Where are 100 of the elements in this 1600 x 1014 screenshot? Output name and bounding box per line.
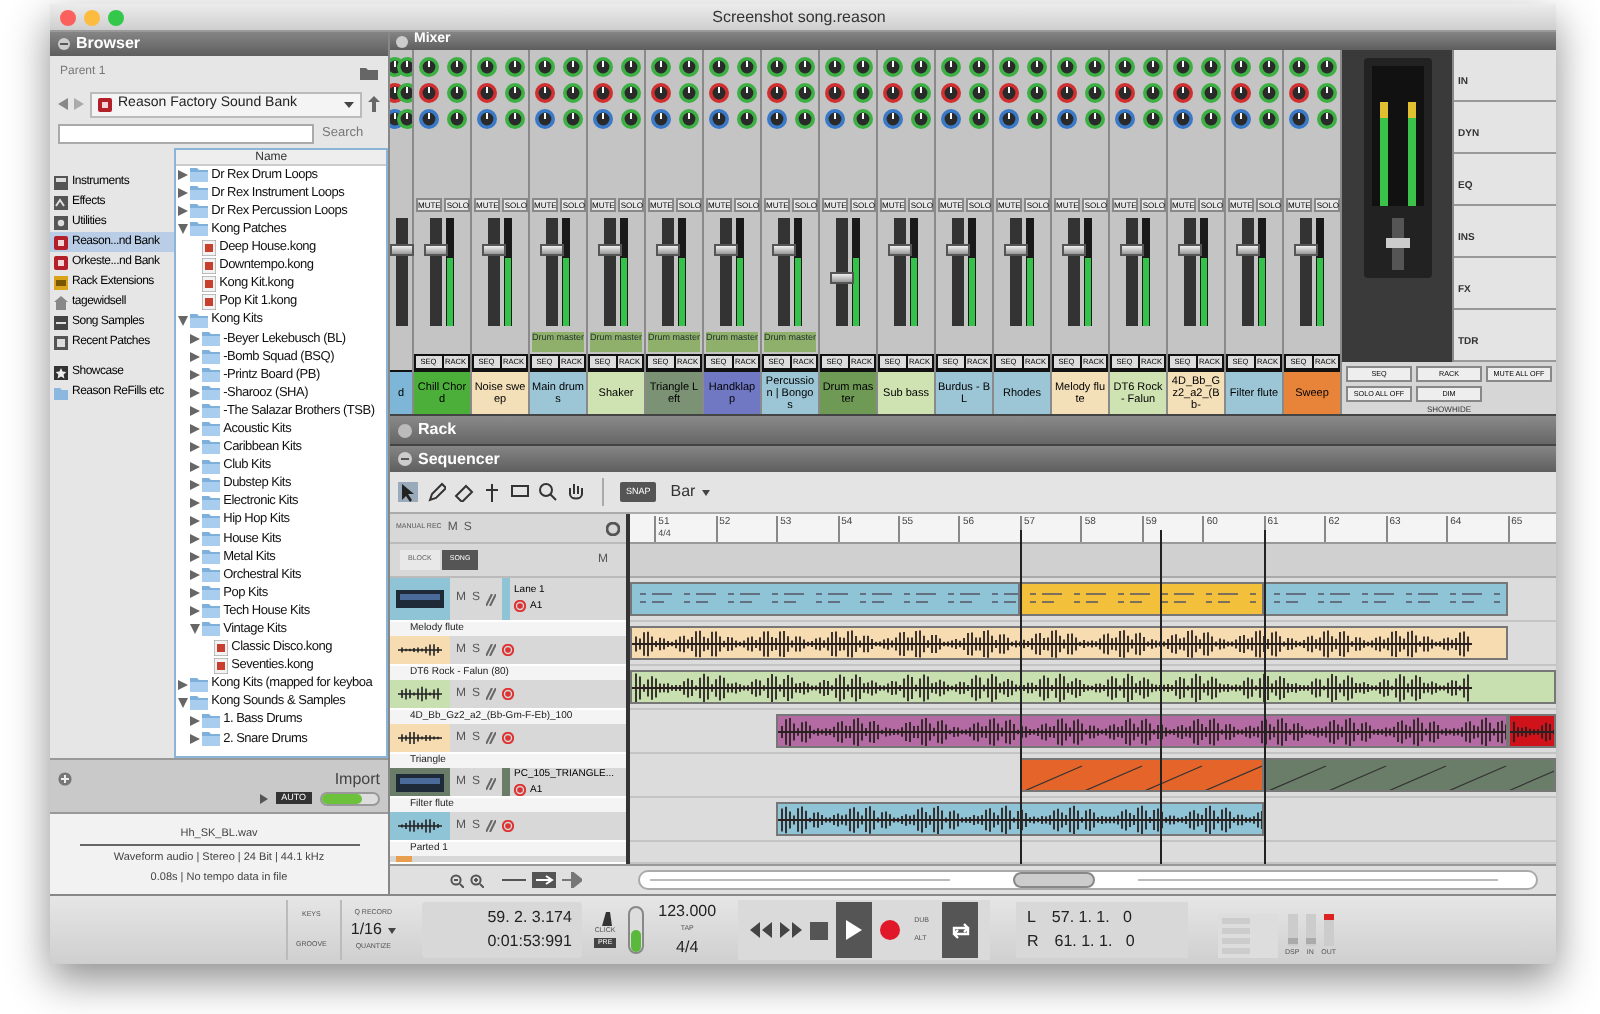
zoom-in-icon[interactable] (470, 873, 484, 887)
knob[interactable] (1083, 108, 1105, 130)
disclosure-triangle-icon[interactable] (189, 370, 200, 381)
knob[interactable] (591, 82, 613, 104)
knob[interactable] (503, 82, 525, 104)
collapse-icon[interactable] (58, 38, 70, 50)
fader-handle[interactable] (598, 244, 622, 257)
knob[interactable] (793, 56, 815, 78)
audio-clip[interactable] (630, 626, 1508, 660)
fast-forward-button[interactable] (780, 922, 803, 938)
disclosure-triangle-icon[interactable] (189, 533, 200, 544)
knob[interactable] (1171, 56, 1193, 78)
disclosure-triangle-icon[interactable] (189, 733, 200, 744)
fader-handle[interactable] (1236, 244, 1260, 257)
knob[interactable] (1287, 82, 1309, 104)
search-field[interactable] (58, 124, 314, 144)
knob[interactable] (1199, 82, 1221, 104)
disclosure-triangle-icon[interactable] (177, 206, 188, 217)
record-button[interactable] (880, 920, 901, 940)
metronome-icon[interactable] (599, 912, 612, 927)
disclosure-triangle-icon[interactable] (189, 624, 200, 635)
knob[interactable] (909, 56, 931, 78)
knob[interactable] (881, 82, 903, 104)
add-icon[interactable] (58, 772, 72, 786)
knob[interactable] (967, 108, 989, 130)
automation-icon[interactable] (486, 777, 497, 789)
knob[interactable] (881, 108, 903, 130)
disclosure-triangle-icon[interactable] (189, 424, 200, 435)
knob[interactable] (503, 108, 525, 130)
loop-button[interactable] (942, 902, 979, 958)
knob[interactable] (619, 56, 641, 78)
knob[interactable] (677, 56, 699, 78)
eraser-icon[interactable] (454, 482, 474, 502)
knob[interactable] (1199, 56, 1221, 78)
record-enable-icon[interactable] (514, 600, 527, 613)
knob[interactable] (619, 108, 641, 130)
fader-handle[interactable] (772, 244, 796, 257)
knob[interactable] (851, 108, 873, 130)
knob[interactable] (417, 108, 439, 130)
rewind-button[interactable] (750, 922, 773, 938)
automation-icon[interactable] (486, 820, 497, 832)
knob[interactable] (881, 56, 903, 78)
hand-icon[interactable] (566, 482, 586, 502)
knob[interactable] (1171, 108, 1193, 130)
knob[interactable] (707, 82, 729, 104)
knob[interactable] (1229, 82, 1251, 104)
record-enable-icon[interactable] (502, 688, 515, 700)
audio-clip[interactable] (1507, 714, 1556, 748)
folder-icon[interactable] (360, 65, 378, 79)
fader-handle[interactable] (1294, 244, 1318, 257)
disclosure-triangle-icon[interactable] (189, 552, 200, 563)
knob[interactable] (1199, 108, 1221, 130)
knob[interactable] (533, 82, 555, 104)
fader-handle[interactable] (946, 244, 970, 257)
knob[interactable] (1171, 82, 1193, 104)
knob[interactable] (475, 108, 497, 130)
knob[interactable] (997, 82, 1019, 104)
knob[interactable] (1229, 56, 1251, 78)
disclosure-triangle-icon[interactable] (177, 188, 188, 199)
knob[interactable] (1025, 56, 1047, 78)
disclosure-triangle-icon[interactable] (177, 224, 188, 235)
disclosure-triangle-icon[interactable] (189, 715, 200, 726)
knob[interactable] (649, 108, 671, 130)
fader-handle[interactable] (714, 244, 738, 257)
knob[interactable] (475, 82, 497, 104)
knob[interactable] (997, 56, 1019, 78)
knob[interactable] (939, 108, 961, 130)
disclosure-triangle-icon[interactable] (189, 479, 200, 490)
knob[interactable] (997, 108, 1019, 130)
automation-icon[interactable] (486, 644, 497, 656)
automation-icon[interactable] (486, 593, 497, 605)
knob[interactable] (1025, 82, 1047, 104)
knob[interactable] (445, 56, 467, 78)
knob[interactable] (591, 56, 613, 78)
knob[interactable] (765, 56, 787, 78)
knob[interactable] (1257, 56, 1279, 78)
fader-handle[interactable] (1120, 244, 1144, 257)
back-arrow-icon[interactable] (58, 98, 68, 110)
quantize-dropdown[interactable]: 1/16 (350, 918, 396, 942)
knob[interactable] (967, 82, 989, 104)
expand-icon[interactable] (398, 423, 412, 437)
knob[interactable] (533, 56, 555, 78)
right-locator-line[interactable] (1263, 530, 1266, 864)
knob[interactable] (1055, 56, 1077, 78)
knob[interactable] (591, 108, 613, 130)
knob[interactable] (445, 82, 467, 104)
magnifier-icon[interactable] (538, 482, 558, 502)
knob[interactable] (1113, 82, 1135, 104)
knob[interactable] (561, 56, 583, 78)
record-enable-icon[interactable] (502, 732, 515, 744)
fader-handle[interactable] (830, 271, 854, 284)
knob[interactable] (475, 56, 497, 78)
knob[interactable] (851, 82, 873, 104)
knob[interactable] (823, 108, 845, 130)
knob[interactable] (1257, 82, 1279, 104)
disclosure-triangle-icon[interactable] (189, 497, 200, 508)
automation-icon[interactable] (486, 688, 497, 700)
zoom-out-icon[interactable] (450, 873, 464, 887)
knob[interactable] (1287, 56, 1309, 78)
arrow-tool-icon[interactable] (398, 482, 418, 502)
